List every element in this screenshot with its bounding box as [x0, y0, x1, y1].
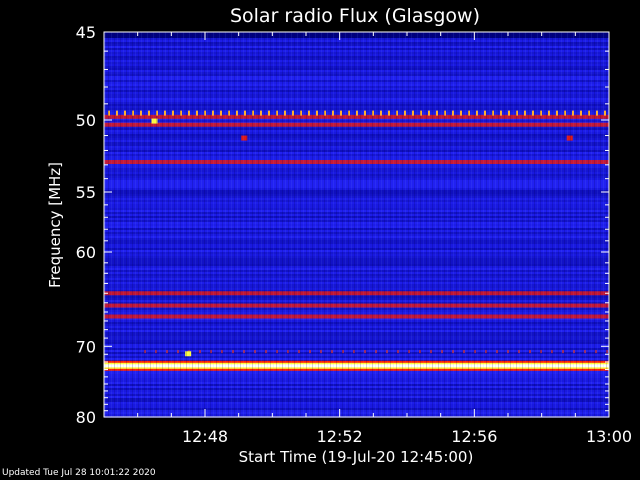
y-tick-label: 50 [76, 111, 96, 130]
x-tick-label: 13:00 [586, 427, 632, 446]
chart-title: Solar radio Flux (Glasgow) [230, 5, 480, 27]
plot-texture [104, 32, 609, 417]
spectrogram-chart: Solar radio Flux (Glasgow) 455055607080 … [46, 5, 632, 466]
y-tick-label: 70 [76, 337, 96, 356]
y-tick-label: 55 [76, 183, 96, 202]
y-tick-label: 60 [76, 243, 96, 262]
y-tick-label: 45 [76, 23, 96, 42]
x-tick-label: 12:52 [317, 427, 363, 446]
updated-timestamp: Updated Tue Jul 28 10:01:22 2020 [2, 468, 156, 478]
y-axis-label: Frequency [MHz] [46, 162, 64, 288]
x-tick-label: 12:48 [182, 427, 228, 446]
y-tick-label: 80 [76, 408, 96, 427]
x-tick-label: 12:56 [451, 427, 497, 446]
x-axis-label: Start Time (19-Jul-20 12:45:00) [239, 448, 474, 466]
